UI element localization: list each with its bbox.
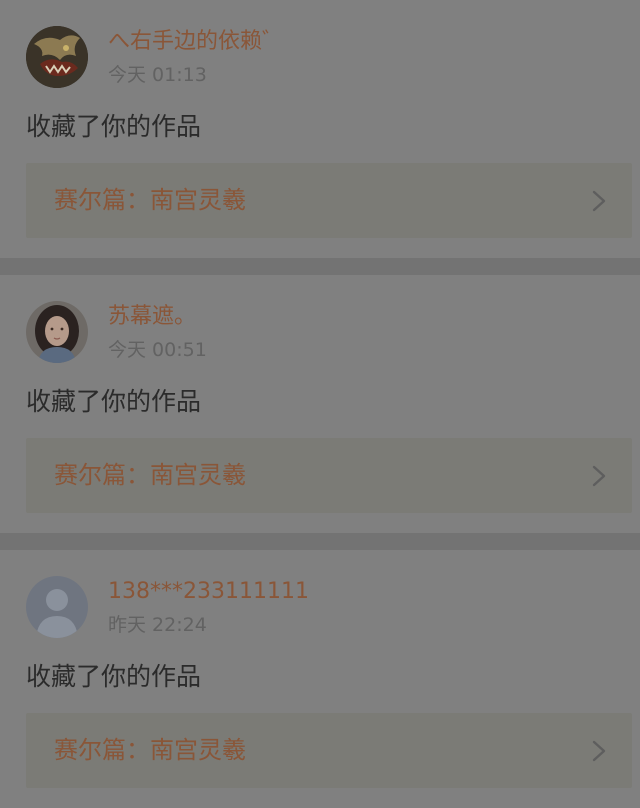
notification-card: 138***233111111 昨天 22:24 收藏了你的作品 赛尔篇：南宫灵… [0,550,640,808]
timestamp: 今天 01:13 [108,64,207,86]
work-link[interactable]: 赛尔篇：南宫灵羲 [26,163,632,238]
username[interactable]: へ右手边的依赖゛ [108,29,284,55]
girl-portrait-avatar[interactable] [26,301,88,363]
chevron-right-icon [592,190,606,212]
work-link[interactable]: 赛尔篇：南宫灵羲 [26,713,632,788]
work-title: 赛尔篇：南宫灵羲 [54,736,246,764]
notification-card: 苏幕遮。 今天 00:51 收藏了你的作品 赛尔篇：南宫灵羲 [0,275,640,533]
notification-card: へ右手边的依赖゛ 今天 01:13 收藏了你的作品 赛尔篇：南宫灵羲 [0,0,640,258]
work-title: 赛尔篇：南宫灵羲 [54,186,246,214]
work-title: 赛尔篇：南宫灵羲 [54,461,246,489]
timestamp: 今天 00:51 [108,339,207,361]
username[interactable]: 苏幕遮。 [108,304,196,330]
activity-text: 收藏了你的作品 [26,387,202,416]
divider [0,258,640,275]
timestamp: 昨天 22:24 [108,614,207,636]
default-user-avatar[interactable] [26,576,88,638]
divider [0,533,640,550]
notification-feed: へ右手边的依赖゛ 今天 01:13 收藏了你的作品 赛尔篇：南宫灵羲 苏幕遮。 … [0,0,640,808]
work-link[interactable]: 赛尔篇：南宫灵羲 [26,438,632,513]
activity-text: 收藏了你的作品 [26,112,202,141]
chevron-right-icon [592,465,606,487]
dragon-avatar[interactable] [26,26,88,88]
username[interactable]: 138***233111111 [108,579,309,605]
activity-text: 收藏了你的作品 [26,662,202,691]
chevron-right-icon [592,740,606,762]
